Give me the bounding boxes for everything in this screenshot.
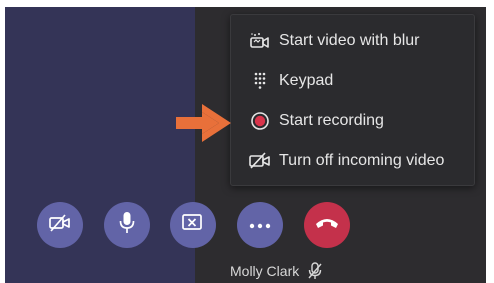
- hang-up-button[interactable]: [304, 202, 350, 248]
- menu-item-turn-off-incoming-video[interactable]: Turn off incoming video: [231, 142, 474, 180]
- more-icon: [249, 216, 271, 234]
- participant-name: Molly Clark: [230, 263, 300, 279]
- video-blur-icon: [249, 30, 271, 52]
- menu-item-label: Start video with blur: [279, 32, 420, 49]
- hang-up-icon: [315, 216, 339, 235]
- mic-muted-icon: [307, 262, 323, 280]
- more-actions-menu: Start video with blur Keypad Start recor…: [230, 14, 475, 186]
- menu-item-start-video-blur[interactable]: Start video with blur: [231, 22, 474, 60]
- participant-video-panel: [5, 7, 195, 283]
- microphone-button[interactable]: [104, 202, 150, 248]
- stop-sharing-button[interactable]: [170, 202, 216, 248]
- keypad-icon: [249, 70, 271, 92]
- window-edge: [486, 7, 494, 283]
- camera-toggle-button[interactable]: [37, 202, 83, 248]
- menu-item-label: Keypad: [279, 72, 334, 89]
- more-actions-button[interactable]: [237, 202, 283, 248]
- record-icon: [249, 110, 271, 132]
- pointer-arrow-icon: [176, 104, 232, 147]
- microphone-icon: [118, 211, 136, 240]
- menu-item-start-recording[interactable]: Start recording: [231, 102, 474, 140]
- camera-off-icon: [48, 213, 72, 238]
- video-off-icon: [249, 150, 271, 172]
- menu-item-label: Turn off incoming video: [279, 152, 445, 169]
- participant-label: Molly Clark: [230, 262, 323, 280]
- stop-share-icon: [181, 212, 205, 239]
- menu-item-label: Start recording: [279, 112, 384, 129]
- menu-item-keypad[interactable]: Keypad: [231, 62, 474, 100]
